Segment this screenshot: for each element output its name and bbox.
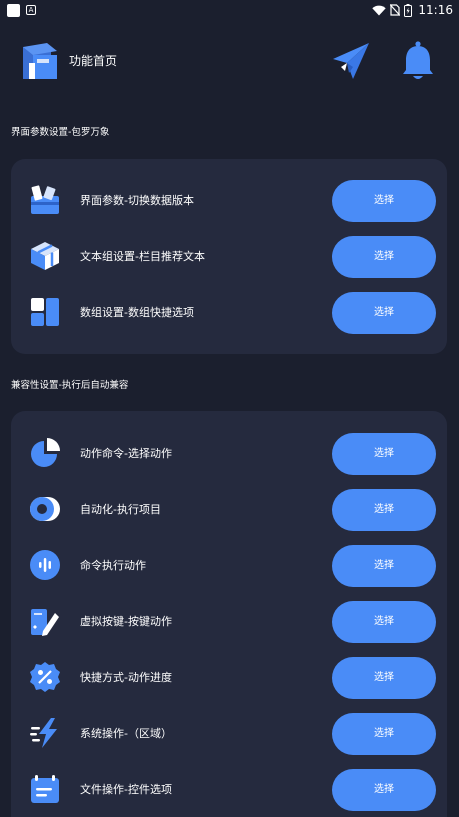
audio-wave-icon xyxy=(30,550,60,580)
a-badge-icon: A xyxy=(26,5,36,15)
header: 功能首页 xyxy=(0,38,459,84)
home-building-icon[interactable] xyxy=(21,41,59,81)
pie-chart-icon xyxy=(31,438,60,467)
list-item-label: 快捷方式-动作进度 xyxy=(80,671,172,684)
select-button[interactable]: 选择 xyxy=(332,601,436,643)
list-item-label: 动作命令-选择动作 xyxy=(80,447,172,460)
interface-settings-card: 界面参数-切换数据版本 选择 文本组设置-栏目推荐文本 选择 数组设置-数组快捷… xyxy=(11,159,447,354)
layout-grid-icon xyxy=(31,298,59,326)
toggle-icon xyxy=(30,497,60,521)
list-item-label: 界面参数-切换数据版本 xyxy=(80,194,194,207)
list-item-label: 自动化-执行项目 xyxy=(80,503,161,516)
list-item-virtual-key: 虚拟按键-按键动作 选择 xyxy=(11,593,447,649)
list-item-label: 数组设置-数组快捷选项 xyxy=(80,306,194,319)
list-item-array-settings: 数组设置-数组快捷选项 选择 xyxy=(11,284,447,340)
list-item-automation: 自动化-执行项目 选择 xyxy=(11,481,447,537)
no-sim-icon xyxy=(390,4,401,16)
list-item-action-command: 动作命令-选择动作 选择 xyxy=(11,425,447,481)
bell-icon[interactable] xyxy=(401,40,435,82)
select-button[interactable]: 选择 xyxy=(332,292,436,334)
status-bar-left: A xyxy=(7,3,36,17)
list-item-file-op: 文件操作-控件选项 选择 xyxy=(11,761,447,817)
lightning-icon xyxy=(30,718,57,748)
toolbox-icon xyxy=(31,185,59,214)
list-item-label: 命令执行动作 xyxy=(80,559,146,572)
percent-badge-icon xyxy=(30,662,60,692)
list-item-interface-params: 界面参数-切换数据版本 选择 xyxy=(11,172,447,228)
select-button[interactable]: 选择 xyxy=(332,545,436,587)
status-time: 11:16 xyxy=(418,3,453,17)
select-button[interactable]: 选择 xyxy=(332,236,436,278)
section-title-interface: 界面参数设置-包罗万象 xyxy=(11,127,110,138)
status-bar: A 11:16 xyxy=(0,0,459,20)
wifi-icon xyxy=(372,5,387,15)
list-item-label: 系统操作-（区域） xyxy=(80,727,172,740)
list-item-label: 文本组设置-栏目推荐文本 xyxy=(80,250,205,263)
document-icon xyxy=(31,775,59,803)
select-button[interactable]: 选择 xyxy=(332,713,436,755)
select-button[interactable]: 选择 xyxy=(332,433,436,475)
compat-settings-card: 动作命令-选择动作 选择 自动化-执行项目 选择 命令执行动作 选择 虚拟按键-… xyxy=(11,411,447,817)
list-item-label: 虚拟按键-按键动作 xyxy=(80,615,172,628)
list-item-command-exec: 命令执行动作 选择 xyxy=(11,537,447,593)
page-title: 功能首页 xyxy=(69,54,118,68)
send-icon[interactable] xyxy=(331,41,371,81)
edit-sparkle-icon xyxy=(31,609,59,636)
list-item-label: 文件操作-控件选项 xyxy=(80,783,172,796)
list-item-shortcut: 快捷方式-动作进度 选择 xyxy=(11,649,447,705)
select-button[interactable]: 选择 xyxy=(332,769,436,811)
list-item-system-op: 系统操作-（区域） 选择 xyxy=(11,705,447,761)
page: A 11:16 功能首页 界面参数设置-包罗万象 界面参数-切换数据版本 选择 … xyxy=(0,0,459,817)
status-bar-right: 11:16 xyxy=(372,3,453,17)
select-button[interactable]: 选择 xyxy=(332,657,436,699)
section-title-compat: 兼容性设置-执行后自动兼容 xyxy=(11,380,129,391)
select-button[interactable]: 选择 xyxy=(332,489,436,531)
battery-icon xyxy=(404,3,413,17)
notification-icon xyxy=(7,3,20,17)
select-button[interactable]: 选择 xyxy=(332,180,436,222)
cube-icon xyxy=(31,242,59,270)
list-item-text-group: 文本组设置-栏目推荐文本 选择 xyxy=(11,228,447,284)
